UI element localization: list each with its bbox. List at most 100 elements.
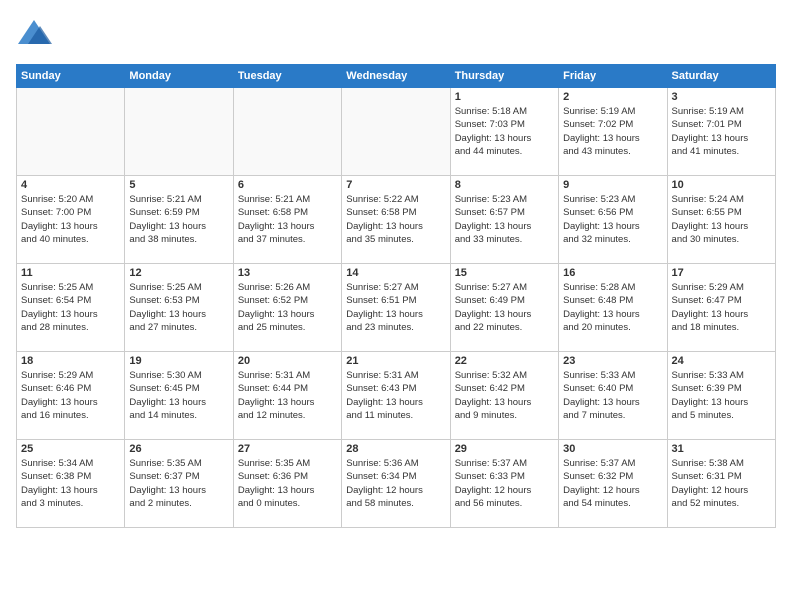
day-info: Sunrise: 5:30 AM Sunset: 6:45 PM Dayligh… xyxy=(129,369,228,422)
day-number: 15 xyxy=(455,267,554,279)
calendar-cell: 5 Sunrise: 5:21 AM Sunset: 6:59 PM Daylig… xyxy=(125,176,233,264)
day-number: 29 xyxy=(455,443,554,455)
calendar-cell: 24 Sunrise: 5:33 AM Sunset: 6:39 PM Dayli… xyxy=(667,352,775,440)
day-number: 31 xyxy=(672,443,771,455)
calendar-cell: 23 Sunrise: 5:33 AM Sunset: 6:40 PM Dayli… xyxy=(559,352,667,440)
day-info: Sunrise: 5:29 AM Sunset: 6:46 PM Dayligh… xyxy=(21,369,120,422)
day-info: Sunrise: 5:37 AM Sunset: 6:33 PM Dayligh… xyxy=(455,457,554,510)
day-info: Sunrise: 5:32 AM Sunset: 6:42 PM Dayligh… xyxy=(455,369,554,422)
day-info: Sunrise: 5:31 AM Sunset: 6:44 PM Dayligh… xyxy=(238,369,337,422)
calendar-week-row: 1 Sunrise: 5:18 AM Sunset: 7:03 PM Daylig… xyxy=(17,88,776,176)
calendar-cell: 3 Sunrise: 5:19 AM Sunset: 7:01 PM Daylig… xyxy=(667,88,775,176)
calendar-cell: 16Sunrise: 5:28 AM Sunset: 6:48 PM Dayli… xyxy=(559,264,667,352)
day-number: 17 xyxy=(672,267,771,279)
weekday-header-tuesday: Tuesday xyxy=(233,65,341,88)
day-info: Sunrise: 5:29 AM Sunset: 6:47 PM Dayligh… xyxy=(672,281,771,334)
day-number: 8 xyxy=(455,179,554,191)
day-number: 12 xyxy=(129,267,228,279)
calendar-cell xyxy=(233,88,341,176)
calendar-cell: 8Sunrise: 5:23 AM Sunset: 6:57 PM Daylig… xyxy=(450,176,558,264)
calendar-cell: 1 Sunrise: 5:18 AM Sunset: 7:03 PM Daylig… xyxy=(450,88,558,176)
day-info: Sunrise: 5:37 AM Sunset: 6:32 PM Dayligh… xyxy=(563,457,662,510)
day-number: 7 xyxy=(346,179,445,191)
calendar-cell: 17 Sunrise: 5:29 AM Sunset: 6:47 PM Dayli… xyxy=(667,264,775,352)
calendar-cell: 21Sunrise: 5:31 AM Sunset: 6:43 PM Dayli… xyxy=(342,352,450,440)
calendar-cell: 4 Sunrise: 5:20 AM Sunset: 7:00 PM Daylig… xyxy=(17,176,125,264)
calendar-cell: 28Sunrise: 5:36 AM Sunset: 6:34 PM Dayli… xyxy=(342,440,450,528)
calendar-cell: 14 Sunrise: 5:27 AM Sunset: 6:51 PM Dayli… xyxy=(342,264,450,352)
day-number: 18 xyxy=(21,355,120,367)
day-info: Sunrise: 5:18 AM Sunset: 7:03 PM Dayligh… xyxy=(455,105,554,158)
day-number: 4 xyxy=(21,179,120,191)
day-info: Sunrise: 5:20 AM Sunset: 7:00 PM Dayligh… xyxy=(21,193,120,246)
day-info: Sunrise: 5:25 AM Sunset: 6:53 PM Dayligh… xyxy=(129,281,228,334)
day-info: Sunrise: 5:27 AM Sunset: 6:49 PM Dayligh… xyxy=(455,281,554,334)
calendar-cell: 19 Sunrise: 5:30 AM Sunset: 6:45 PM Dayli… xyxy=(125,352,233,440)
day-number: 27 xyxy=(238,443,337,455)
calendar-cell xyxy=(17,88,125,176)
calendar-cell: 12 Sunrise: 5:25 AM Sunset: 6:53 PM Dayli… xyxy=(125,264,233,352)
calendar-week-row: 11Sunrise: 5:25 AM Sunset: 6:54 PM Dayli… xyxy=(17,264,776,352)
calendar-week-row: 18 Sunrise: 5:29 AM Sunset: 6:46 PM Dayli… xyxy=(17,352,776,440)
logo-icon xyxy=(16,16,52,52)
day-number: 9 xyxy=(563,179,662,191)
calendar-cell: 27 Sunrise: 5:35 AM Sunset: 6:36 PM Dayli… xyxy=(233,440,341,528)
day-info: Sunrise: 5:33 AM Sunset: 6:40 PM Dayligh… xyxy=(563,369,662,422)
day-number: 26 xyxy=(129,443,228,455)
day-info: Sunrise: 5:34 AM Sunset: 6:38 PM Dayligh… xyxy=(21,457,120,510)
calendar-cell: 20 Sunrise: 5:31 AM Sunset: 6:44 PM Dayli… xyxy=(233,352,341,440)
calendar-cell: 10 Sunrise: 5:24 AM Sunset: 6:55 PM Dayli… xyxy=(667,176,775,264)
weekday-header-saturday: Saturday xyxy=(667,65,775,88)
calendar-cell xyxy=(342,88,450,176)
calendar-cell: 22 Sunrise: 5:32 AM Sunset: 6:42 PM Dayli… xyxy=(450,352,558,440)
day-info: Sunrise: 5:21 AM Sunset: 6:58 PM Dayligh… xyxy=(238,193,337,246)
day-info: Sunrise: 5:22 AM Sunset: 6:58 PM Dayligh… xyxy=(346,193,445,246)
calendar-table: SundayMondayTuesdayWednesdayThursdayFrid… xyxy=(16,64,776,528)
calendar-cell xyxy=(125,88,233,176)
calendar-cell: 9 Sunrise: 5:23 AM Sunset: 6:56 PM Daylig… xyxy=(559,176,667,264)
day-number: 10 xyxy=(672,179,771,191)
page-header xyxy=(16,16,776,52)
logo xyxy=(16,16,56,52)
day-number: 6 xyxy=(238,179,337,191)
calendar-cell: 29 Sunrise: 5:37 AM Sunset: 6:33 PM Dayli… xyxy=(450,440,558,528)
weekday-header-thursday: Thursday xyxy=(450,65,558,88)
weekday-header-row: SundayMondayTuesdayWednesdayThursdayFrid… xyxy=(17,65,776,88)
day-number: 30 xyxy=(563,443,662,455)
calendar-cell: 26 Sunrise: 5:35 AM Sunset: 6:37 PM Dayli… xyxy=(125,440,233,528)
day-number: 1 xyxy=(455,91,554,103)
day-info: Sunrise: 5:24 AM Sunset: 6:55 PM Dayligh… xyxy=(672,193,771,246)
day-info: Sunrise: 5:35 AM Sunset: 6:36 PM Dayligh… xyxy=(238,457,337,510)
day-number: 19 xyxy=(129,355,228,367)
calendar-cell: 11Sunrise: 5:25 AM Sunset: 6:54 PM Dayli… xyxy=(17,264,125,352)
calendar-cell: 25 Sunrise: 5:34 AM Sunset: 6:38 PM Dayli… xyxy=(17,440,125,528)
day-number: 25 xyxy=(21,443,120,455)
day-info: Sunrise: 5:21 AM Sunset: 6:59 PM Dayligh… xyxy=(129,193,228,246)
calendar-cell: 2Sunrise: 5:19 AM Sunset: 7:02 PM Daylig… xyxy=(559,88,667,176)
weekday-header-sunday: Sunday xyxy=(17,65,125,88)
calendar-cell: 30 Sunrise: 5:37 AM Sunset: 6:32 PM Dayli… xyxy=(559,440,667,528)
calendar-week-row: 4 Sunrise: 5:20 AM Sunset: 7:00 PM Daylig… xyxy=(17,176,776,264)
day-info: Sunrise: 5:26 AM Sunset: 6:52 PM Dayligh… xyxy=(238,281,337,334)
day-number: 20 xyxy=(238,355,337,367)
calendar-cell: 31 Sunrise: 5:38 AM Sunset: 6:31 PM Dayli… xyxy=(667,440,775,528)
calendar-cell: 18 Sunrise: 5:29 AM Sunset: 6:46 PM Dayli… xyxy=(17,352,125,440)
day-info: Sunrise: 5:27 AM Sunset: 6:51 PM Dayligh… xyxy=(346,281,445,334)
calendar-cell: 6 Sunrise: 5:21 AM Sunset: 6:58 PM Daylig… xyxy=(233,176,341,264)
day-number: 5 xyxy=(129,179,228,191)
day-info: Sunrise: 5:35 AM Sunset: 6:37 PM Dayligh… xyxy=(129,457,228,510)
day-info: Sunrise: 5:23 AM Sunset: 6:56 PM Dayligh… xyxy=(563,193,662,246)
day-number: 22 xyxy=(455,355,554,367)
day-number: 28 xyxy=(346,443,445,455)
day-number: 24 xyxy=(672,355,771,367)
day-info: Sunrise: 5:38 AM Sunset: 6:31 PM Dayligh… xyxy=(672,457,771,510)
day-number: 3 xyxy=(672,91,771,103)
weekday-header-monday: Monday xyxy=(125,65,233,88)
day-info: Sunrise: 5:33 AM Sunset: 6:39 PM Dayligh… xyxy=(672,369,771,422)
calendar-cell: 13Sunrise: 5:26 AM Sunset: 6:52 PM Dayli… xyxy=(233,264,341,352)
calendar-cell: 7 Sunrise: 5:22 AM Sunset: 6:58 PM Daylig… xyxy=(342,176,450,264)
day-info: Sunrise: 5:31 AM Sunset: 6:43 PM Dayligh… xyxy=(346,369,445,422)
day-info: Sunrise: 5:19 AM Sunset: 7:01 PM Dayligh… xyxy=(672,105,771,158)
day-number: 14 xyxy=(346,267,445,279)
day-number: 23 xyxy=(563,355,662,367)
